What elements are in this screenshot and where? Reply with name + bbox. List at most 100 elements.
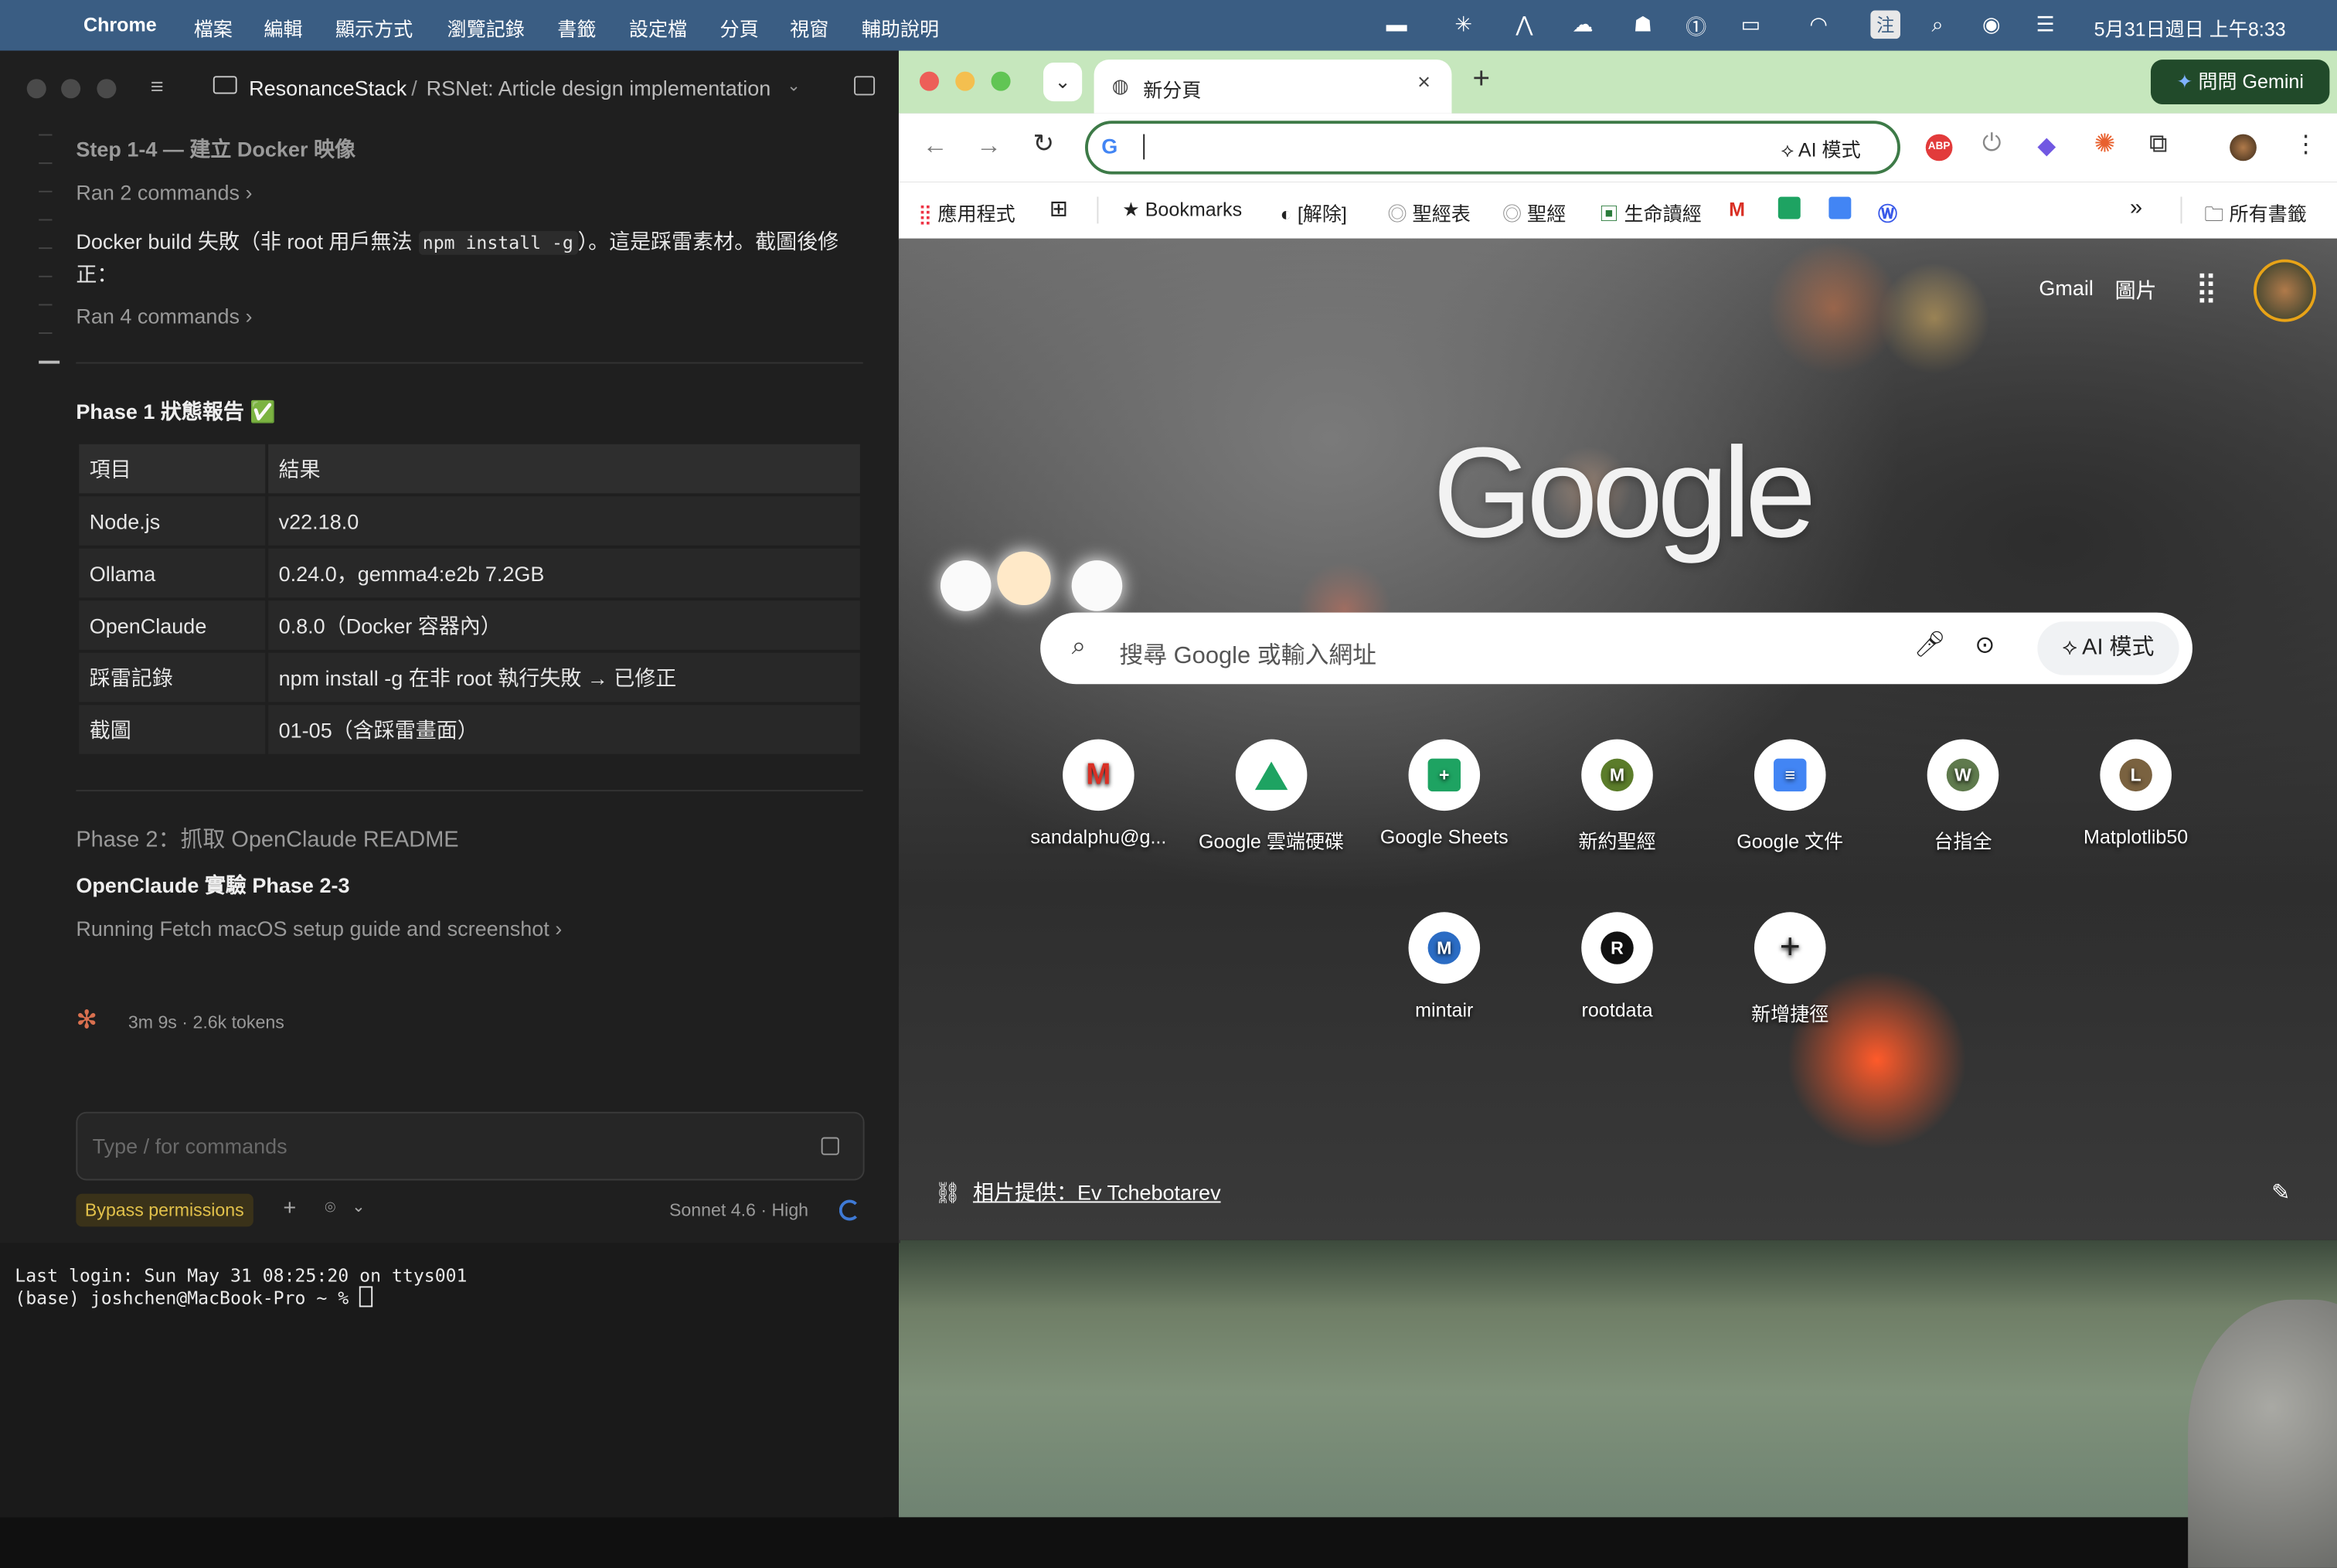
shortcut-tile[interactable]: + Google Sheets (1369, 739, 1519, 848)
shortcut-tile[interactable]: Mmintair (1369, 912, 1519, 1021)
shortcut-tile[interactable]: M 新約聖經 (1543, 739, 1692, 855)
add-shortcut-tile[interactable]: + 新增捷徑 (1716, 912, 1865, 1027)
docker-icon[interactable]: ▬ (1386, 12, 1407, 36)
menu-tab[interactable]: 分頁 (720, 13, 759, 42)
menu-history[interactable]: 瀏覽記錄 (447, 13, 525, 42)
shortcut-tile[interactable]: Msandalphu@g... (1024, 739, 1173, 848)
sheets-bookmark-icon[interactable] (1777, 196, 1801, 219)
menu-bookmarks[interactable]: 書籤 (557, 13, 596, 42)
photo-credit-link[interactable]: ⛓ 相片提供：Ev Tchebotarev (934, 1178, 1220, 1208)
microphone-icon[interactable]: ⌾ (325, 1197, 335, 1219)
chevron-down-icon[interactable]: ⌄ (352, 1197, 366, 1216)
wordpress-bookmark-icon[interactable]: Ⓦ (1878, 199, 1897, 227)
window-zoom-button[interactable] (991, 71, 1011, 91)
menu-view[interactable]: 顯示方式 (335, 13, 413, 42)
input-method-icon[interactable]: 注 (1870, 10, 1900, 39)
shortcut-tile[interactable]: Rrootdata (1543, 912, 1692, 1021)
battery-icon[interactable]: ▭ (1741, 12, 1761, 37)
more-menu-icon[interactable]: ⋮ (2294, 130, 2318, 160)
asterisk-extension-icon[interactable]: ✺ (2094, 130, 2115, 160)
tab-groups-icon[interactable]: ⊞ (1049, 196, 1068, 223)
ran-commands-toggle[interactable]: Ran 2 commands › (76, 180, 252, 204)
menu-app-name[interactable]: Chrome (83, 13, 157, 36)
panel-layout-icon[interactable] (854, 76, 876, 96)
google-apps-icon[interactable]: ⣿ (2196, 268, 2217, 305)
window-minimize-button[interactable] (955, 71, 975, 91)
control-center-icon[interactable]: ☰ (2036, 12, 2054, 37)
creative-cloud-icon[interactable]: ☁ (1573, 12, 1594, 37)
add-icon[interactable]: + (283, 1196, 296, 1221)
account-avatar[interactable] (2254, 259, 2317, 322)
menu-file[interactable]: 檔案 (194, 13, 233, 42)
wifi-icon[interactable]: ◠ (1809, 12, 1828, 37)
power-icon[interactable]: ⏻ (1982, 131, 2001, 158)
bypass-permissions-button[interactable]: Bypass permissions (76, 1193, 253, 1227)
terminal-window[interactable]: Last login: Sun May 31 08:25:20 on ttys0… (0, 1243, 899, 1518)
new-tab-plus-icon[interactable]: + (1472, 63, 1490, 97)
bookmark-unlock[interactable]: ◐ [解除] (1281, 199, 1347, 227)
menu-window[interactable]: 視窗 (790, 13, 828, 42)
customize-pencil-icon[interactable]: ✎ (2271, 1179, 2290, 1206)
tab-search-chevron-icon[interactable]: ⌄ (1043, 63, 1083, 102)
shortcut-tile[interactable]: L Matplotlib50 (2061, 739, 2210, 848)
tab-close-icon[interactable]: × (1417, 70, 1430, 96)
bookmark-apps[interactable]: ⣿ 應用程式 (918, 199, 1015, 227)
shortcut-tile[interactable]: W 台指全 (1889, 739, 2038, 855)
lens-camera-icon[interactable]: ⊙ (1975, 631, 1995, 661)
bookmark-bible[interactable]: ◎ 聖經 (1502, 199, 1566, 227)
phase2-title: Phase 2：抓取 OpenClaude README (76, 827, 459, 853)
bookmark-bookmarks[interactable]: ★ Bookmarks (1122, 199, 1242, 223)
menu-edit[interactable]: 編輯 (264, 13, 302, 42)
gemini-button[interactable]: ✦ 問問 Gemini (2150, 60, 2330, 105)
workspace-name[interactable]: ResonanceStack (249, 76, 407, 100)
stop-icon[interactable] (821, 1137, 839, 1155)
all-bookmarks[interactable]: 🗀 所有書籤 (2204, 199, 2306, 234)
shortcut-tile[interactable]: ≡ Google 文件 (1716, 739, 1865, 855)
back-icon[interactable]: ← (923, 131, 948, 162)
bookmark-bible-table[interactable]: ◎ 聖經表 (1388, 199, 1471, 227)
voice-search-icon[interactable]: 🎤︎ (1913, 631, 1946, 661)
shortcut-tile[interactable]: Google 雲端硬碟 (1197, 739, 1346, 855)
arrow-up-icon[interactable]: ⋀ (1515, 12, 1532, 37)
model-selector[interactable]: Sonnet 4.6 · High (669, 1200, 808, 1221)
terminal-prompt: (base) joshchen@MacBook-Pro ~ % (15, 1286, 373, 1310)
forward-icon[interactable]: → (976, 131, 1002, 162)
sparkle-icon[interactable]: ✳ (1454, 12, 1472, 37)
session-title[interactable]: RSNet: Article design implementation (427, 76, 771, 100)
chevron-down-icon[interactable]: ⌄ (787, 76, 801, 95)
spotlight-search-icon[interactable]: ⌕ (1931, 12, 1943, 37)
docker-message-text: Docker build 失敗（非 root 用戶無法 (76, 230, 418, 253)
window-close-button[interactable] (919, 71, 940, 91)
robot-icon[interactable]: ☗ (1634, 12, 1652, 37)
purple-extension-icon[interactable]: ◆ (2037, 131, 2056, 162)
shortcut-label: 新增捷徑 (1751, 1002, 1829, 1025)
menu-profiles[interactable]: 設定檔 (629, 13, 687, 42)
profile-avatar[interactable] (2230, 134, 2257, 162)
google-logo: Google (1433, 421, 1816, 565)
siri-icon[interactable]: ◉ (1982, 12, 2001, 37)
bookmark-life-study[interactable]: ▣ 生命讀經 (1599, 199, 1701, 227)
docs-bookmark-icon[interactable] (1828, 196, 1852, 219)
more-bookmarks-icon[interactable]: » (2130, 196, 2142, 221)
ntp-ai-mode-button[interactable]: ⟡ AI 模式 (2037, 621, 2179, 675)
ai-mode-omnibox-button[interactable]: ⟡ AI 模式 (1781, 134, 1861, 163)
reload-icon[interactable]: ↻ (1033, 130, 1054, 160)
window-close-button[interactable] (26, 79, 46, 99)
ntp-search-box[interactable]: ⌕ 搜尋 Google 或輸入網址 🎤︎ ⊙ ⟡ AI 模式 (1040, 612, 2192, 685)
window-minimize-button[interactable] (61, 79, 81, 99)
menu-help[interactable]: 輔助說明 (862, 13, 939, 42)
tab-new-tab[interactable]: ◍ 新分頁 × (1094, 60, 1452, 114)
window-zoom-button[interactable] (97, 79, 117, 99)
running-task-toggle[interactable]: Running Fetch macOS setup guide and scre… (76, 917, 562, 940)
sidebar-toggle-icon[interactable]: ≡ (151, 74, 164, 100)
gmail-bookmark-icon[interactable]: M (1729, 199, 1745, 221)
ran-commands-toggle[interactable]: Ran 4 commands › (76, 304, 252, 328)
menu-clock[interactable]: 5月31日週日 上午8:33 (2094, 13, 2286, 42)
images-link[interactable]: 圖片 (2115, 276, 2157, 306)
gmail-link[interactable]: Gmail (2039, 276, 2094, 300)
extensions-puzzle-icon[interactable]: ⧉ (2149, 130, 2167, 160)
prompt-input[interactable]: Type / for commands (76, 1111, 865, 1181)
adblock-plus-icon[interactable]: ABP (1925, 134, 1953, 162)
omnibox[interactable]: G ⟡ AI 模式 (1085, 121, 1900, 175)
password-icon[interactable]: ⓵ (1686, 12, 1706, 42)
